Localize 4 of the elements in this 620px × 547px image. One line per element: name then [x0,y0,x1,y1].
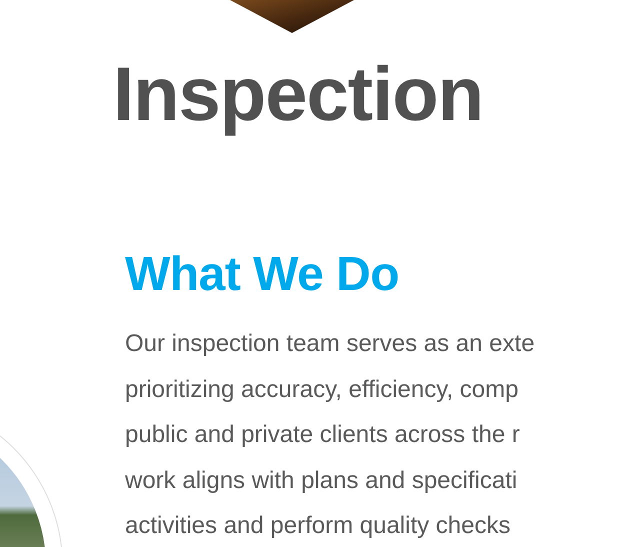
section-paragraph: Our inspection team serves as an exte prioritizing accuracy, efficiency, comp public and private clients across the r work aligns with plans and specificati activities and perform quality checks [125,329,536,541]
section-heading: What We Do [125,247,400,303]
page-title: Inspection [113,55,484,135]
soil-block-icon [230,0,354,33]
